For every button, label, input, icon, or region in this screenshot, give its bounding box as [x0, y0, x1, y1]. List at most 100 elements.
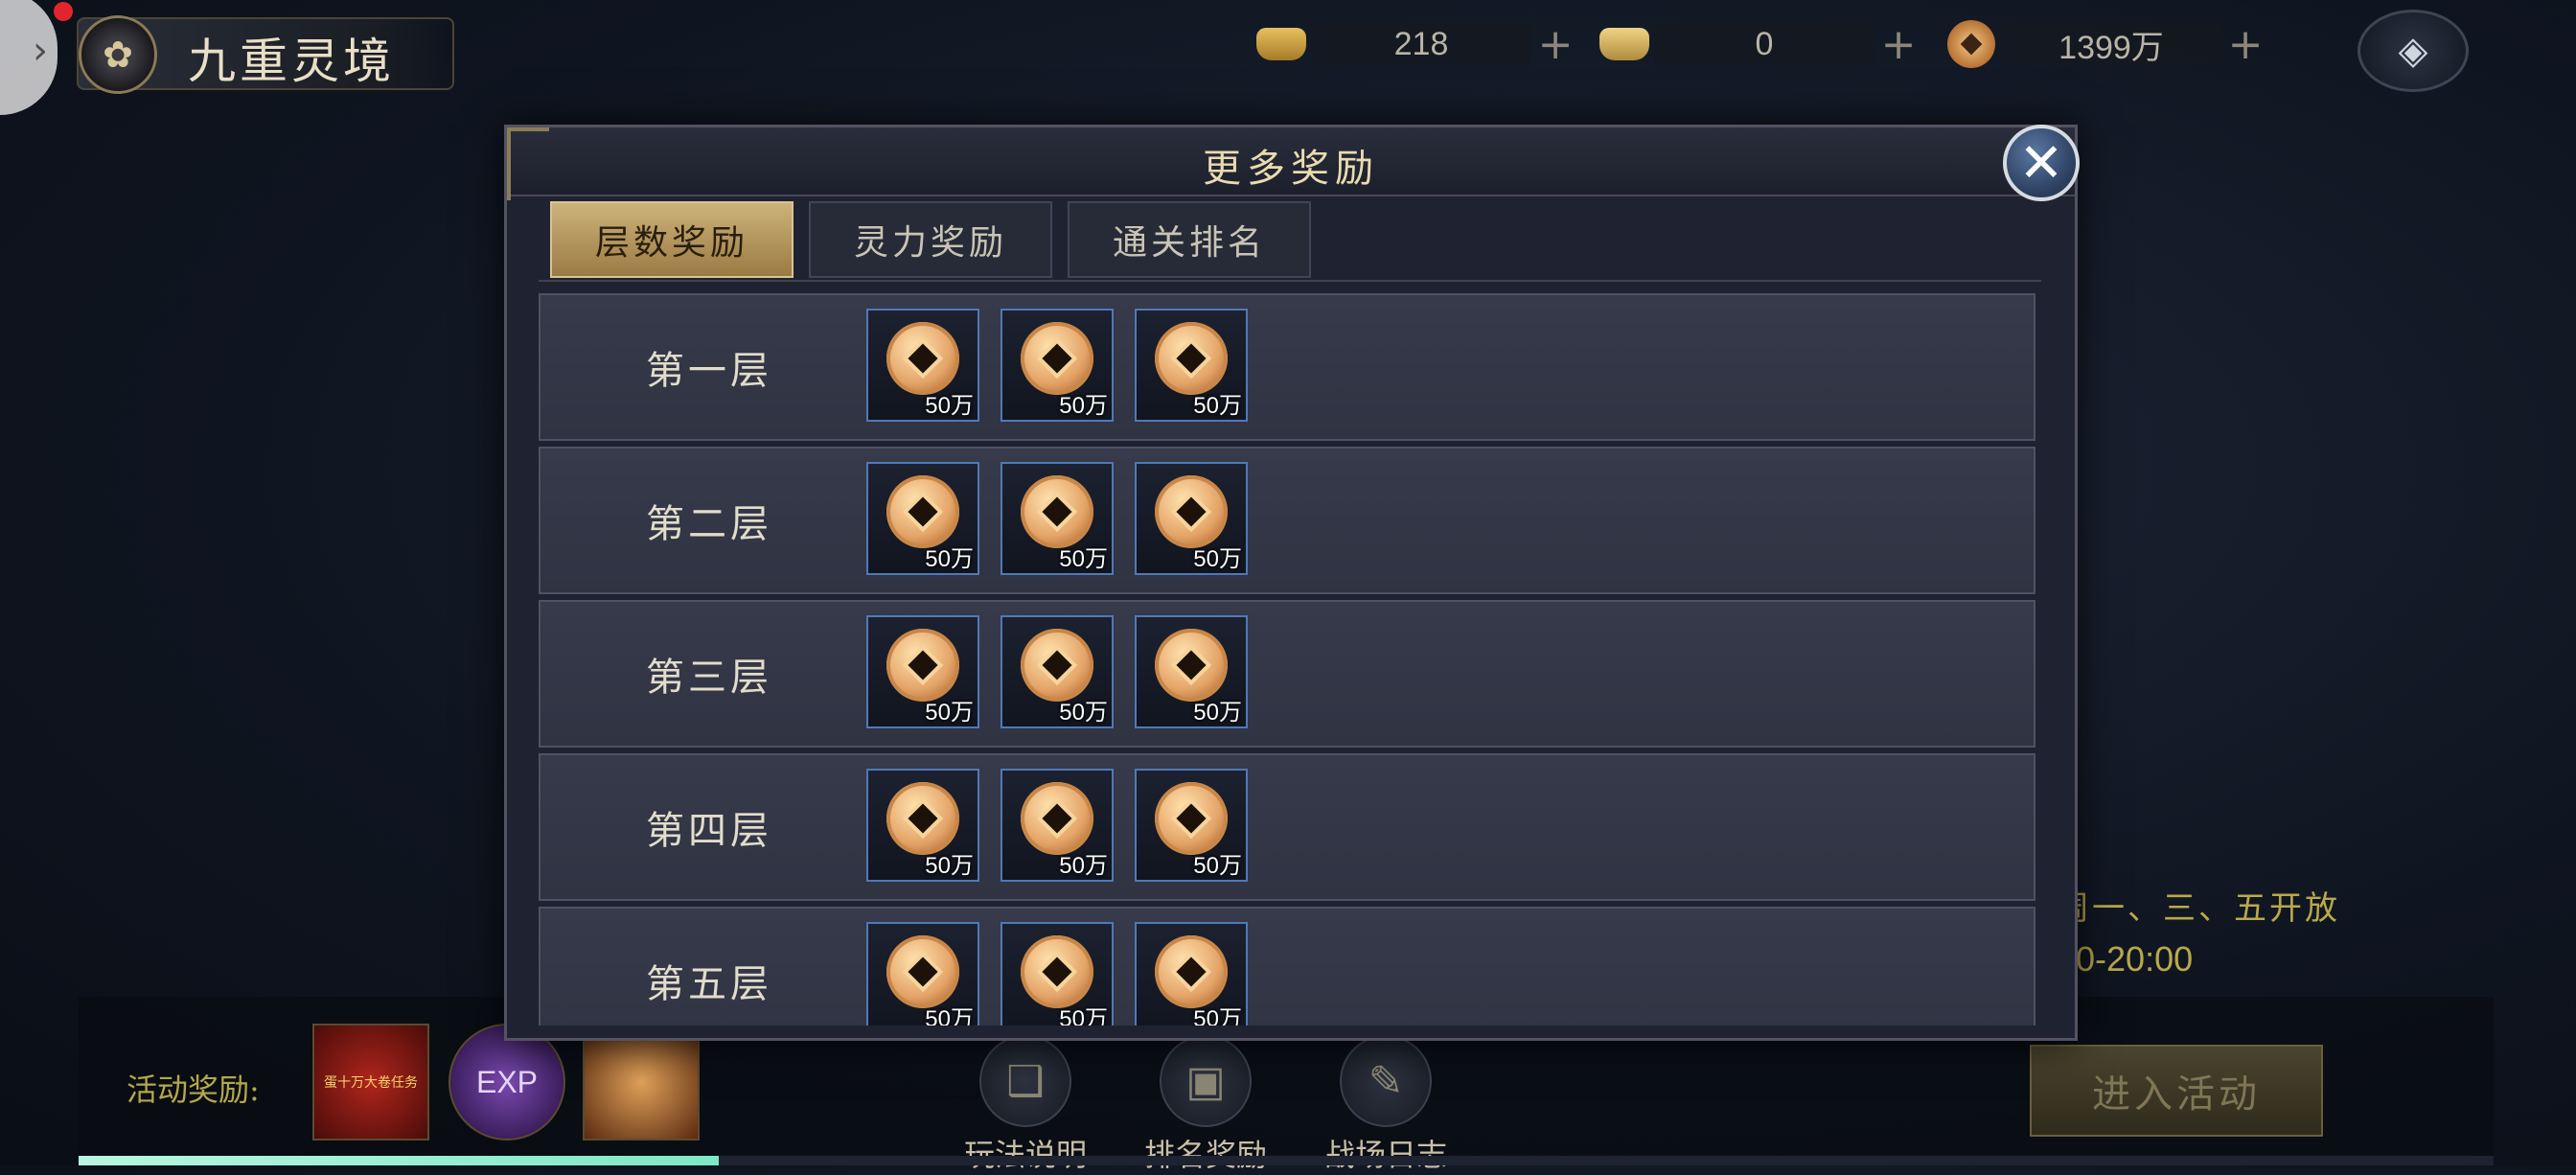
open-days-text: 周一、三、五开放 — [2057, 889, 2340, 928]
copper-coin-icon — [1021, 475, 1093, 548]
copper-coin-icon — [1155, 935, 1228, 1008]
copper-coin-icon — [886, 475, 959, 548]
copper-coin-icon — [1021, 935, 1093, 1008]
reward-qty: 50万 — [1193, 546, 1242, 572]
tab-spirit-rewards[interactable]: 灵力奖励 — [809, 201, 1052, 278]
floor-reward-list[interactable]: 第一层 50万 50万 50万 第二层 50万 50万 50万 第三层 50万 … — [539, 291, 2036, 1025]
battle-log-label: 战场日志 — [1323, 1137, 1447, 1173]
gift-icon: ▣ — [1160, 1035, 1252, 1127]
copper-coin-icon — [1021, 782, 1093, 855]
floor-label: 第三层 — [646, 656, 772, 700]
page-title: 九重灵境 — [188, 34, 395, 89]
add-silver-button[interactable]: + — [1874, 20, 1922, 69]
rules-label: 玩法说明 — [963, 1137, 1087, 1173]
dialog-title: 更多奖励 — [1203, 147, 1379, 191]
exp-orb-icon[interactable]: EXP — [448, 1024, 565, 1140]
resource-gold-ingot: 218 + — [1252, 17, 1579, 71]
tab-floor-rewards[interactable]: 层数奖励 — [550, 201, 794, 278]
copper-coin-icon — [1155, 782, 1228, 855]
copper-coin-icon — [1021, 322, 1093, 395]
activity-reward-label: 活动奖励: — [126, 1071, 260, 1108]
resource-value: 1399万 — [2001, 23, 2221, 66]
diamond-arrow-icon: ◈ — [2398, 29, 2428, 73]
reward-qty: 50万 — [1059, 393, 1108, 419]
reward-slot[interactable]: 50万 — [1000, 615, 1114, 728]
reward-qty: 50万 — [925, 1006, 974, 1025]
add-gold-button[interactable]: + — [1531, 20, 1579, 69]
resource-value: 218 — [1311, 23, 1531, 65]
resource-copper-coin: 1399万 + — [1942, 17, 2269, 71]
reward-qty: 50万 — [925, 853, 974, 879]
copper-coin-icon — [886, 629, 959, 702]
enter-activity-button[interactable]: 进入活动 — [2030, 1045, 2323, 1137]
list-item: 第一层 50万 50万 50万 — [539, 293, 2036, 441]
notification-dot — [54, 2, 73, 21]
reward-slots: 50万 50万 50万 — [866, 769, 1248, 882]
list-item: 第五层 50万 50万 50万 — [539, 907, 2036, 1025]
copper-coin-icon — [1155, 322, 1228, 395]
reward-slot[interactable]: 50万 — [1135, 922, 1248, 1025]
reward-slot[interactable]: 50万 — [1135, 769, 1248, 882]
reward-slots: 50万 50万 50万 — [866, 615, 1248, 728]
reward-slot[interactable]: 50万 — [1000, 769, 1114, 882]
list-item: 第三层 50万 50万 50万 — [539, 600, 2036, 748]
side-drawer-toggle[interactable]: › — [0, 0, 58, 115]
add-coin-button[interactable]: + — [2221, 20, 2269, 69]
scroll-icon: ✎ — [1340, 1035, 1432, 1127]
copper-coin-icon — [1942, 17, 2001, 71]
tab-clear-ranking[interactable]: 通关排名 — [1068, 201, 1311, 278]
list-item: 第二层 50万 50万 50万 — [539, 447, 2036, 594]
copper-coin-icon — [1155, 475, 1228, 548]
reward-slot[interactable]: 50万 — [1135, 615, 1248, 728]
resource-value: 0 — [1654, 23, 1874, 65]
reward-slot[interactable]: 50万 — [866, 769, 979, 882]
reward-qty: 50万 — [1059, 853, 1108, 879]
resource-silver-ingot: 0 + — [1595, 17, 1922, 71]
reward-slot[interactable]: 50万 — [1135, 309, 1248, 422]
book-icon: ❑ — [979, 1035, 1071, 1127]
copper-coin-icon — [886, 935, 959, 1008]
reward-slots: 50万 50万 50万 — [866, 462, 1248, 575]
reward-qty: 50万 — [925, 546, 974, 572]
list-item: 第四层 50万 50万 50万 — [539, 753, 2036, 901]
reward-qty: 50万 — [1193, 1006, 1242, 1025]
floor-label: 第一层 — [646, 349, 772, 393]
close-icon[interactable]: ✕ — [2003, 125, 2080, 201]
tabs-divider — [539, 280, 2041, 282]
reward-slot[interactable]: 50万 — [866, 922, 979, 1025]
task-book-icon[interactable]: 蛋十万大卷任务 — [312, 1024, 429, 1140]
rank-reward-label: 排名奖励 — [1143, 1137, 1267, 1173]
floor-label: 第四层 — [646, 809, 772, 853]
reward-qty: 50万 — [1193, 853, 1242, 879]
copper-coin-icon — [886, 782, 959, 855]
reward-qty: 50万 — [1059, 1006, 1108, 1025]
dialog-header: 更多奖励 — [507, 127, 2075, 200]
reward-slot[interactable]: 50万 — [866, 462, 979, 575]
copper-coin-icon — [886, 322, 959, 395]
activity-item-text: EXP — [475, 1064, 539, 1099]
reward-qty: 50万 — [1193, 393, 1242, 419]
progress-bar-fill — [79, 1156, 719, 1165]
gold-ingot-icon — [1252, 17, 1311, 71]
reward-slot[interactable]: 50万 — [866, 309, 979, 422]
reward-slot[interactable]: 50万 — [866, 615, 979, 728]
fortune-doll-icon[interactable] — [583, 1024, 700, 1140]
battle-log-button[interactable]: ✎ 战场日志 — [1309, 1035, 1462, 1175]
reward-slot[interactable]: 50万 — [1000, 462, 1114, 575]
reward-slot[interactable]: 50万 — [1000, 922, 1114, 1025]
floor-label: 第二层 — [646, 502, 772, 546]
reward-slot[interactable]: 50万 — [1135, 462, 1248, 575]
reward-slots: 50万 50万 50万 — [866, 922, 1248, 1025]
activity-item-text: 蛋十万大卷任务 — [324, 1074, 418, 1090]
rank-reward-button[interactable]: ▣ 排名奖励 — [1129, 1035, 1282, 1175]
rules-button[interactable]: ❑ 玩法说明 — [949, 1035, 1102, 1175]
back-button[interactable]: ◈ — [2358, 10, 2469, 92]
reward-qty: 50万 — [1059, 546, 1108, 572]
copper-coin-icon — [1021, 629, 1093, 702]
reward-slot[interactable]: 50万 — [1000, 309, 1114, 422]
reward-tabs: 层数奖励 灵力奖励 通关排名 — [550, 201, 1311, 278]
reward-slots: 50万 50万 50万 — [866, 309, 1248, 422]
progress-bar — [79, 1156, 2494, 1165]
reward-qty: 50万 — [925, 393, 974, 419]
copper-coin-icon — [1155, 629, 1228, 702]
